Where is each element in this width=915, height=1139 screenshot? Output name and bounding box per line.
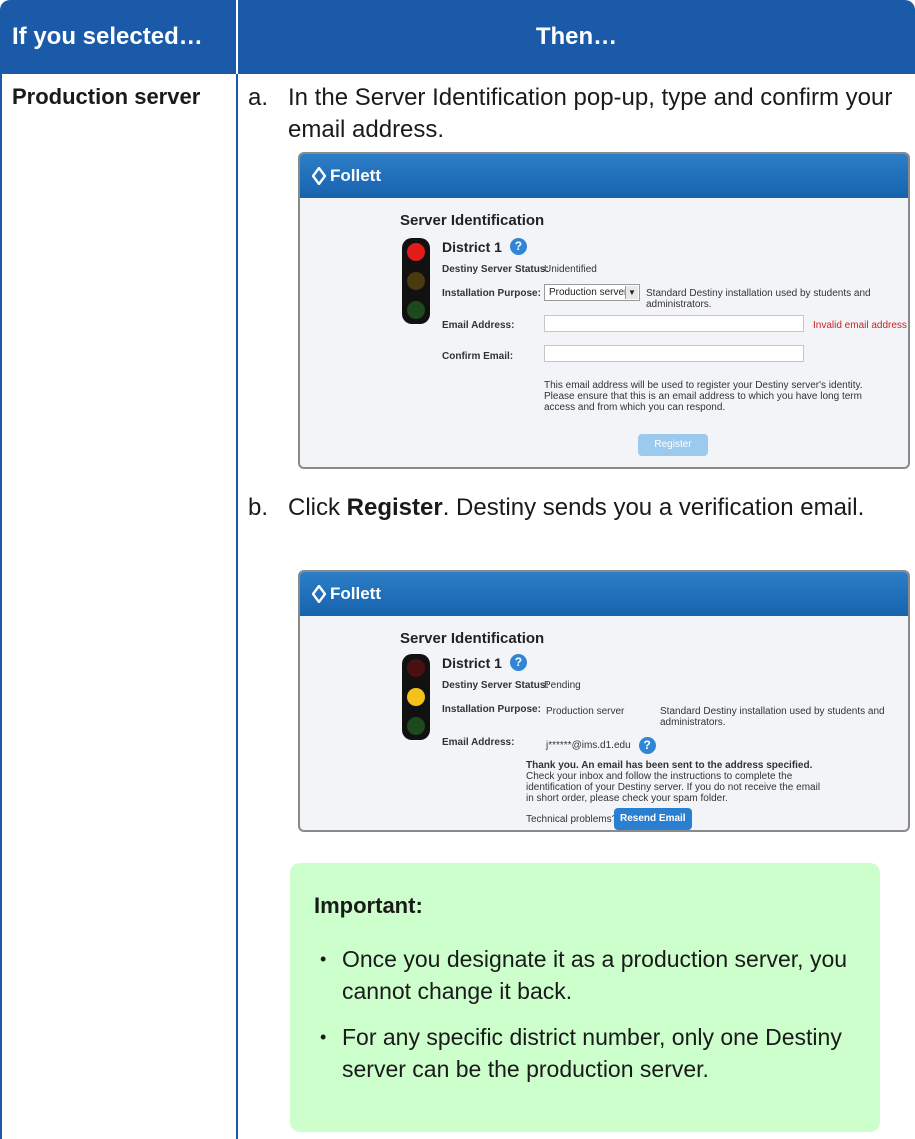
step-a-text: In the Server Identification pop-up, typ… <box>288 84 893 143</box>
server-status-label: Destiny Server Status: <box>442 264 549 275</box>
row-label-production-server: Production server <box>12 84 201 109</box>
instruction-table: If you selected… Then… Production server… <box>0 0 915 1139</box>
table-border-left <box>0 74 2 1139</box>
follett-brand: Follett <box>330 166 381 185</box>
installation-purpose-description: Standard Destiny installation used by st… <box>646 288 871 310</box>
email-usage-note: This email address will be used to regis… <box>544 380 863 413</box>
server-status-label: Destiny Server Status: <box>442 680 549 691</box>
important-callout: Important: Once you designate it as a pr… <box>290 863 880 1132</box>
traffic-light-icon <box>402 238 430 324</box>
confirm-email-label: Confirm Email: <box>442 351 514 362</box>
help-icon[interactable]: ? <box>638 737 656 754</box>
help-icon[interactable]: ? <box>509 654 527 671</box>
server-status-value: Unidentified <box>544 264 597 275</box>
server-status-value: Pending <box>544 680 581 691</box>
important-item: Once you designate it as a production se… <box>314 943 854 1007</box>
follett-logo-icon <box>312 585 326 603</box>
follett-header-bar: Follett <box>300 154 908 198</box>
installation-purpose-description: Standard Destiny installation used by st… <box>660 706 885 728</box>
help-icon[interactable]: ? <box>509 238 527 255</box>
step-a-marker: a. <box>248 84 269 111</box>
register-button[interactable]: Register <box>638 434 708 456</box>
follett-brand: Follett <box>330 584 381 603</box>
server-identification-screenshot-pending: Follett Server Identification District 1… <box>298 570 910 832</box>
step-b-text-pre: Click <box>288 494 347 521</box>
installation-purpose-label: Installation Purpose: <box>442 704 541 715</box>
important-title: Important: <box>314 893 423 918</box>
step-b-marker: b. <box>248 494 269 521</box>
important-list: Once you designate it as a production se… <box>314 943 854 1099</box>
confirmation-message-body: Check your inbox and follow the instruct… <box>526 771 821 804</box>
confirmation-message-bold: Thank you. An email has been sent to the… <box>526 760 813 771</box>
installation-purpose-label: Installation Purpose: <box>442 288 541 299</box>
yellow-light-off <box>407 272 425 290</box>
red-light-off <box>407 659 425 677</box>
email-address-value: j******@ims.d1.edu <box>546 740 631 751</box>
district-name: District 1 ? <box>442 238 527 255</box>
email-address-label: Email Address: <box>442 320 515 331</box>
district-label: District 1 <box>442 238 502 255</box>
server-identification-title: Server Identification <box>400 630 545 647</box>
district-label: District 1 <box>442 654 502 671</box>
installation-purpose-value: Production server <box>546 706 625 717</box>
step-b-text-post: . Destiny sends you a verification email… <box>442 494 865 521</box>
dropdown-arrow-icon[interactable]: ▼ <box>625 286 638 299</box>
email-address-label: Email Address: <box>442 737 515 748</box>
column-header-if-selected: If you selected… <box>0 0 236 74</box>
step-b-text: Click Register. Destiny sends you a veri… <box>288 492 915 524</box>
technical-problems-label: Technical problems? <box>526 814 618 825</box>
table-column-divider <box>236 74 238 1139</box>
green-light-off <box>407 301 425 319</box>
follett-header-bar: Follett <box>300 572 908 616</box>
installation-purpose-select[interactable]: Production server ▼ <box>544 284 640 301</box>
red-light-on <box>407 243 425 261</box>
district-name: District 1 ? <box>442 654 527 671</box>
green-light-off <box>407 717 425 735</box>
email-error-message: Invalid email address <box>813 320 907 331</box>
email-address-display: j******@ims.d1.edu ? <box>546 737 656 754</box>
follett-logo-icon <box>312 167 326 185</box>
installation-purpose-value: Production server <box>549 287 628 298</box>
yellow-light-on <box>407 688 425 706</box>
server-identification-title: Server Identification <box>400 212 545 229</box>
column-header-then: Then… <box>238 0 915 74</box>
important-item: For any specific district number, only o… <box>314 1021 854 1085</box>
confirmation-message: Thank you. An email has been sent to the… <box>526 760 826 804</box>
confirm-email-input[interactable] <box>544 345 804 362</box>
traffic-light-icon <box>402 654 430 740</box>
email-address-input[interactable] <box>544 315 804 332</box>
step-b-text-bold: Register <box>346 494 443 521</box>
resend-email-button[interactable]: Resend Email <box>614 808 692 830</box>
server-identification-screenshot-unidentified: Follett Server Identification District 1… <box>298 152 910 469</box>
